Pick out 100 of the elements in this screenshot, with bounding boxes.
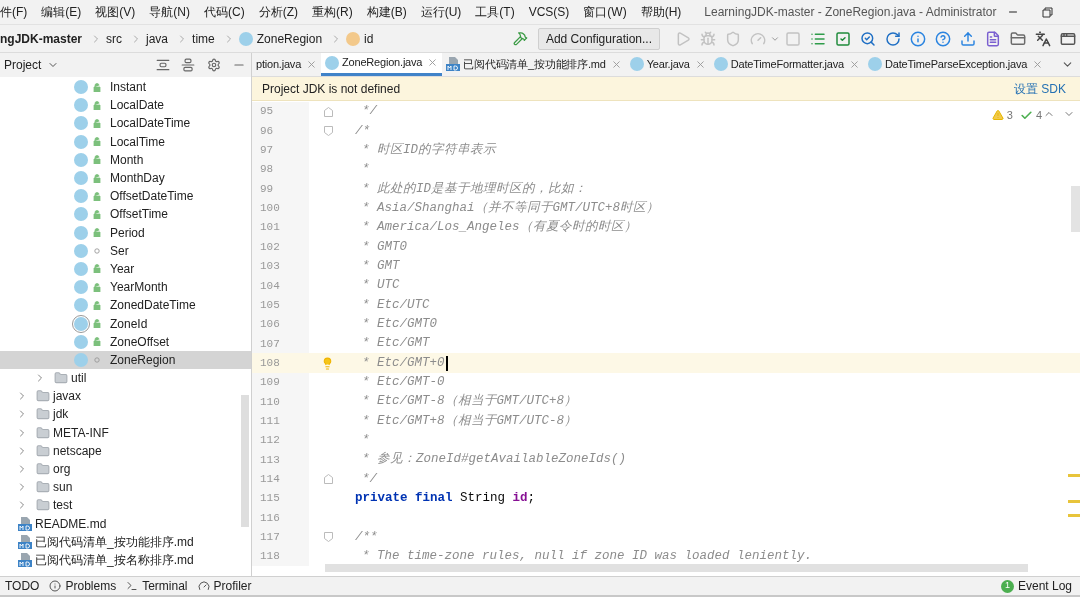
menu-item[interactable]: VCS(S) (521, 3, 577, 21)
scrollbar[interactable] (1071, 186, 1080, 232)
breadcrumb-item[interactable]: java (146, 29, 169, 48)
close-icon[interactable] (306, 58, 318, 70)
fold-marker-icon[interactable] (324, 532, 333, 543)
menu-item[interactable]: 帮助(H) (633, 3, 689, 21)
tree-item[interactable]: Instant (0, 78, 251, 97)
breadcrumb-item[interactable]: ZoneRegion (256, 29, 323, 48)
scrollbar[interactable] (241, 395, 249, 527)
horizontal-scrollbar[interactable] (325, 564, 1028, 572)
setup-sdk-link[interactable]: 设置 SDK (1014, 79, 1066, 98)
menu-item[interactable]: 分析(Z) (251, 3, 305, 21)
close-icon[interactable] (427, 57, 439, 68)
doc-icon[interactable] (984, 30, 1001, 47)
info-icon[interactable] (909, 30, 926, 47)
menu-item[interactable]: 构建(B) (359, 3, 414, 21)
menu-item[interactable]: 窗口(W) (576, 3, 634, 21)
add-configuration-button[interactable]: Add Configuration... (537, 27, 660, 50)
close-icon[interactable] (610, 58, 622, 70)
weak-warning-icon[interactable] (1019, 108, 1033, 122)
code-comment: * Etc/GMT-8（相当于GMT/UTC+8） (361, 392, 578, 411)
tree-item[interactable]: LocalDateTime (0, 114, 251, 133)
tree-item[interactable]: ZoneOffset (0, 332, 251, 351)
menu-item[interactable]: 编辑(E) (34, 3, 89, 21)
settings-icon[interactable] (207, 58, 221, 72)
tree-item[interactable]: Ser (0, 241, 251, 260)
tree-item[interactable]: javax (0, 387, 251, 406)
close-icon[interactable] (694, 58, 706, 70)
breadcrumb-item[interactable]: src (106, 29, 123, 48)
line-number: 103 (260, 259, 280, 275)
breadcrumb-item[interactable]: time (192, 29, 215, 48)
breadcrumb-item[interactable]: id (364, 29, 374, 48)
translate-icon[interactable] (1034, 30, 1051, 47)
folder-icon (36, 480, 50, 495)
editor-tab[interactable]: ZoneRegion.java (321, 53, 443, 76)
editor-tab[interactable]: Year.java (625, 53, 710, 76)
tree-item[interactable]: ZonedDateTime (0, 296, 251, 315)
warning-count[interactable]: 3 (1006, 107, 1013, 124)
tree-item[interactable]: 已阅代码清单_按名称排序.md (0, 550, 251, 570)
lightbulb-icon[interactable] (321, 356, 334, 370)
tree-item[interactable]: MonthDay (0, 168, 251, 188)
tree-item[interactable]: jdk (0, 405, 251, 424)
warning-icon[interactable] (991, 109, 1004, 122)
event-log-button[interactable]: 1 Event Log (992, 577, 1080, 595)
editor-tab[interactable]: 已阅代码清单_按功能排序.md (442, 53, 626, 76)
close-icon[interactable] (1032, 58, 1044, 70)
fold-marker-icon[interactable] (324, 126, 333, 136)
tree-item[interactable]: Period (0, 223, 251, 242)
tree-item[interactable]: OffsetDateTime (0, 187, 251, 206)
tool-window-button[interactable]: TODO (0, 577, 45, 595)
refresh-icon[interactable] (884, 30, 901, 47)
tree-item[interactable]: OffsetTime (0, 205, 251, 224)
tree-item[interactable]: org (0, 459, 251, 479)
tool-window-button[interactable]: Profiler (192, 577, 257, 595)
tree-item[interactable]: README.md (0, 514, 251, 533)
menu-item[interactable]: 重构(R) (305, 3, 360, 21)
class-icon (74, 225, 88, 240)
line-number: 107 (260, 336, 280, 352)
tree-item[interactable]: test (0, 496, 251, 515)
tree-item[interactable]: 已阅代码清单_按功能排序.md (0, 532, 251, 551)
tree-item[interactable]: ZoneId (0, 314, 251, 333)
terminal-icon[interactable] (1059, 30, 1076, 47)
fold-marker-icon[interactable] (324, 474, 333, 485)
folder-icon[interactable] (1009, 30, 1026, 47)
collapse-all-icon[interactable] (181, 58, 195, 72)
menu-item[interactable]: 件(F) (0, 3, 35, 21)
class-icon (74, 98, 88, 113)
tree-item[interactable]: util (0, 369, 251, 388)
upload-icon[interactable] (959, 30, 976, 47)
editor-tab[interactable]: DateTimeParseException.java (864, 53, 1048, 76)
menu-item[interactable]: 代码(C) (197, 3, 252, 21)
tree-item[interactable]: ZoneRegion (0, 350, 251, 369)
hammer-icon[interactable] (512, 31, 528, 46)
menu-item[interactable]: 视图(V) (88, 3, 143, 21)
weak-warning-count[interactable]: 4 (1035, 107, 1042, 124)
tree-item[interactable]: LocalDate (0, 96, 251, 115)
tree-item[interactable]: Year (0, 259, 251, 279)
tool-window-button[interactable]: Problems (44, 577, 122, 595)
check-icon[interactable] (834, 30, 851, 47)
tree-item[interactable]: LocalTime (0, 132, 251, 151)
editor-tab[interactable]: DateTimeFormatter.java (709, 53, 864, 76)
tool-window-button[interactable]: Terminal (121, 577, 193, 595)
menu-item[interactable]: 导航(N) (142, 3, 197, 21)
tree-item[interactable]: META-INF (0, 423, 251, 442)
inspect-icon[interactable] (859, 30, 876, 47)
expand-all-icon[interactable] (156, 58, 170, 72)
tree-item[interactable]: Month (0, 150, 251, 169)
menu-item[interactable]: 工具(T) (468, 3, 522, 21)
breadcrumb-item[interactable]: ngJDK-master (0, 29, 83, 48)
tree-item[interactable]: sun (0, 478, 251, 497)
editor-tab[interactable]: ption.java (252, 53, 322, 76)
tree-item[interactable]: netscape (0, 441, 251, 460)
restore-icon[interactable] (1042, 6, 1053, 18)
tree-item[interactable]: YearMonth (0, 278, 251, 297)
code-comment: * Etc/UTC (361, 296, 430, 314)
menu-item[interactable]: 运行(U) (413, 3, 469, 21)
panel-title[interactable]: Project (4, 56, 42, 74)
fold-marker-icon[interactable] (324, 106, 333, 117)
help-icon[interactable] (934, 30, 951, 47)
close-icon[interactable] (849, 58, 860, 70)
